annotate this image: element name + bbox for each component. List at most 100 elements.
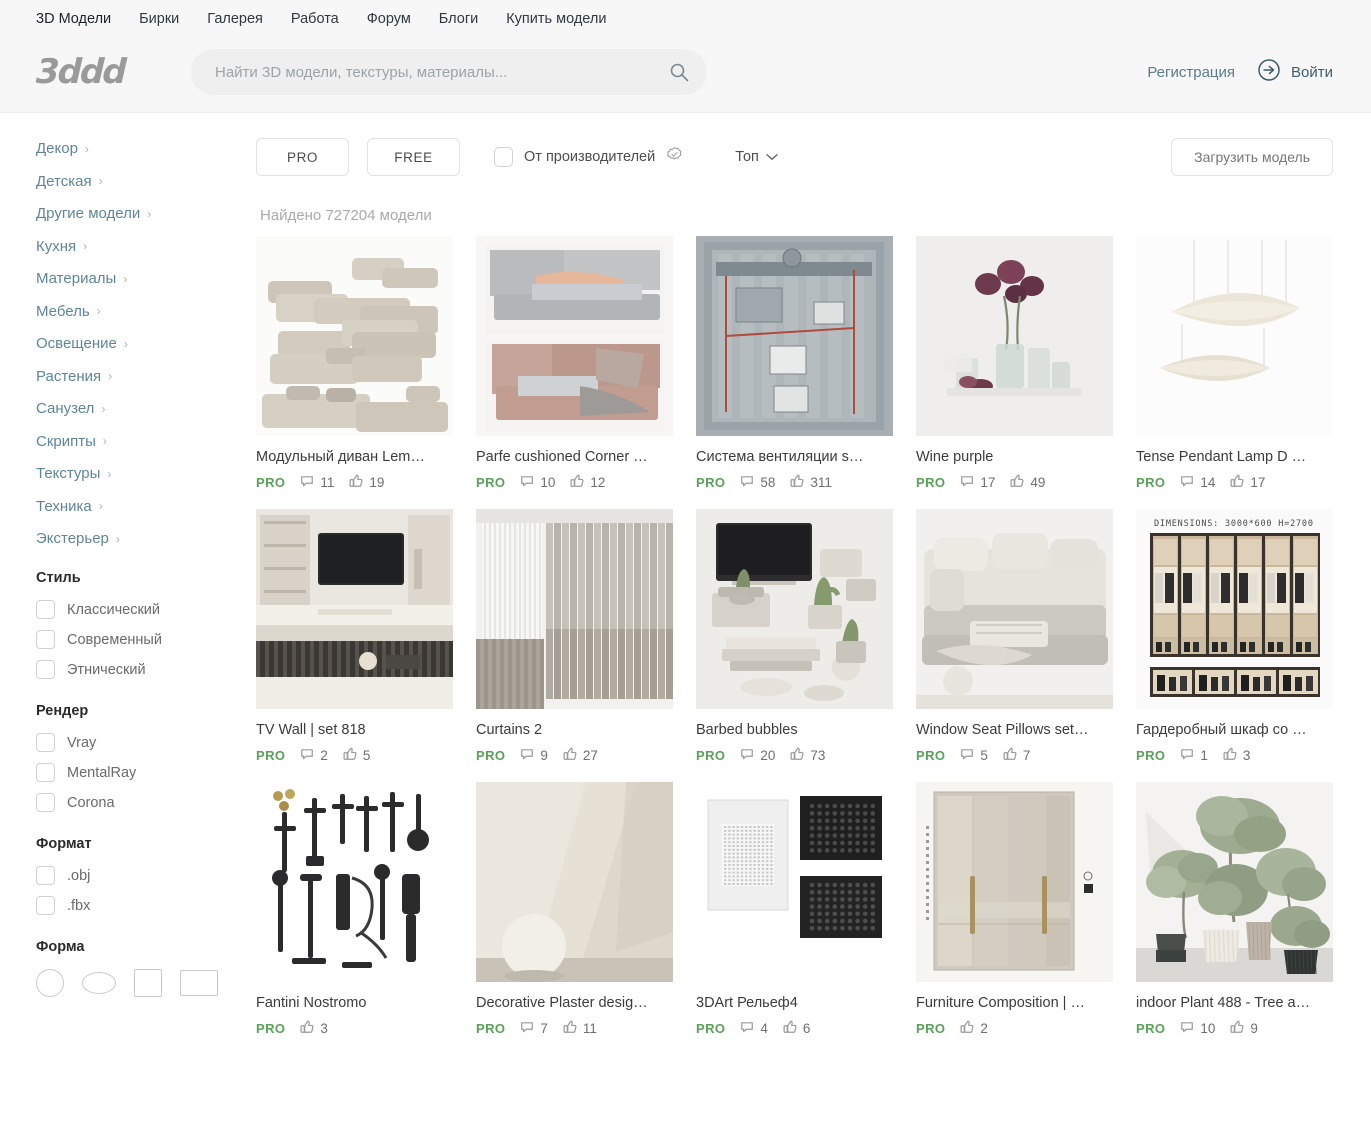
comments-count: 1 — [1200, 748, 1208, 763]
shape-rect-option[interactable] — [180, 970, 218, 996]
nav-item-4[interactable]: Форум — [367, 0, 411, 38]
style-option-1[interactable]: Современный — [36, 630, 236, 649]
style-checkbox-0[interactable] — [36, 600, 55, 619]
model-card[interactable]: Tense Pendant Lamp D … PRO 14 17 — [1136, 236, 1333, 491]
model-card[interactable]: 3DArt Рельеф4 PRO 4 6 — [696, 782, 893, 1037]
site-header: 3D Модели Бирки Галерея Работа Форум Блоги Куп… — [0, 0, 1371, 113]
render-option-2[interactable]: Corona — [36, 793, 236, 812]
format-checkbox-1[interactable] — [36, 896, 55, 915]
sidebar-category-4[interactable]: Материалы › — [36, 271, 236, 286]
shape-circle-option[interactable] — [36, 969, 64, 997]
svg-text:DIMENSIONS: 3000*600 H=2700: DIMENSIONS: 3000*600 H=2700 — [1154, 519, 1314, 529]
shape-square-option[interactable] — [134, 969, 162, 997]
model-thumbnail-ventilation[interactable] — [696, 236, 893, 436]
render-option-1[interactable]: MentalRay — [36, 763, 236, 782]
model-thumbnail-sofa-modular[interactable] — [256, 236, 453, 436]
model-card[interactable]: Window Seat Pillows set… PRO 5 7 — [916, 509, 1113, 764]
model-thumbnail-relief-panels[interactable] — [696, 782, 893, 982]
sidebar-category-9[interactable]: Скрипты › — [36, 434, 236, 449]
sidebar-category-5[interactable]: Мебель › — [36, 304, 236, 319]
model-thumbnail-tv-wall[interactable] — [256, 509, 453, 709]
sidebar-category-label: Растения — [36, 367, 102, 385]
model-card[interactable]: DIMENSIONS: 3000*600 H=2700 Гардеробный ш… — [1136, 509, 1333, 764]
model-thumbnail-beds-corner[interactable] — [476, 236, 673, 436]
model-thumbnail-desk-cactus[interactable] — [696, 509, 893, 709]
model-card[interactable]: Система вентиляции s… PRO 58 311 — [696, 236, 893, 491]
sidebar-category-label: Декор — [36, 140, 78, 157]
sidebar-category-1[interactable]: Детская › — [36, 174, 236, 189]
model-card[interactable]: Furniture Composition | … PRO 2 — [916, 782, 1113, 1037]
search-box[interactable] — [191, 49, 707, 95]
style-checkbox-1[interactable] — [36, 630, 55, 649]
model-thumbnail-wardrobe-open[interactable]: DIMENSIONS: 3000*600 H=2700 — [1136, 509, 1333, 709]
model-card[interactable]: indoor Plant 488 - Tree a… PRO 10 9 — [1136, 782, 1333, 1037]
model-card[interactable]: Barbed bubbles PRO 20 73 — [696, 509, 893, 764]
comment-icon — [300, 474, 314, 491]
sidebar-category-11[interactable]: Техника › — [36, 499, 236, 514]
upload-model-button[interactable]: Загрузить модель — [1171, 138, 1333, 176]
format-checkbox-0[interactable] — [36, 866, 55, 885]
model-thumbnail-window-seat[interactable] — [916, 509, 1113, 709]
sidebar-category-10[interactable]: Текстуры › — [36, 466, 236, 481]
register-link[interactable]: Регистрация — [1147, 64, 1235, 81]
model-thumbnail-wardrobe-closed[interactable] — [916, 782, 1113, 982]
model-thumbnail-pendant-lamp[interactable] — [1136, 236, 1333, 436]
style-option-0[interactable]: Классический — [36, 600, 236, 619]
model-card[interactable]: Curtains 2 PRO 9 27 — [476, 509, 673, 764]
nav-item-3[interactable]: Работа — [291, 0, 339, 38]
nav-item-6[interactable]: Купить модели — [506, 0, 606, 38]
sidebar-category-7[interactable]: Растения › — [36, 369, 236, 384]
model-card[interactable]: TV Wall | set 818 PRO 2 5 — [256, 509, 453, 764]
model-card[interactable]: Fantini Nostromo PRO 3 — [256, 782, 453, 1037]
thumbs-up-icon — [1230, 1020, 1244, 1037]
sidebar-category-3[interactable]: Кухня › — [36, 239, 236, 254]
sidebar-category-12[interactable]: Экстерьер › — [36, 531, 236, 546]
format-option-0[interactable]: .obj — [36, 866, 236, 885]
comment-icon — [740, 747, 754, 764]
nav-item-1[interactable]: Бирки — [139, 0, 179, 38]
filter-pro-button[interactable]: PRO — [256, 138, 349, 176]
render-checkbox-2[interactable] — [36, 793, 55, 812]
model-thumbnail-indoor-plants[interactable] — [1136, 782, 1333, 982]
filter-manufacturers[interactable]: От производителей — [494, 146, 683, 168]
login-button[interactable]: Войти — [1257, 58, 1333, 87]
nav-item-5[interactable]: Блоги — [439, 0, 478, 38]
filter-free-button[interactable]: FREE — [367, 138, 460, 176]
model-thumbnail-curtains[interactable] — [476, 509, 673, 709]
model-thumbnail-plaster[interactable] — [476, 782, 673, 982]
sidebar-category-6[interactable]: Освещение › — [36, 336, 236, 351]
site-logo[interactable]: 3ddd — [35, 52, 140, 92]
nav-item-0[interactable]: 3D Модели — [36, 0, 111, 38]
format-option-1[interactable]: .fbx — [36, 896, 236, 915]
render-checkbox-0[interactable] — [36, 733, 55, 752]
search-icon[interactable] — [669, 62, 689, 82]
render-checkbox-1[interactable] — [36, 763, 55, 782]
sidebar-category-2[interactable]: Другие модели › — [36, 206, 236, 221]
model-thumbnail-faucets[interactable] — [256, 782, 453, 982]
style-checkbox-2[interactable] — [36, 660, 55, 679]
search-input[interactable] — [191, 49, 707, 95]
model-card[interactable]: Parfe cushioned Corner … PRO 10 12 — [476, 236, 673, 491]
render-option-0[interactable]: Vray — [36, 733, 236, 752]
render-label-1: MentalRay — [67, 764, 137, 781]
model-card[interactable]: Decorative Plaster desig… PRO 7 11 — [476, 782, 673, 1037]
model-card[interactable]: Wine purple PRO 17 49 — [916, 236, 1113, 491]
sidebar-category-label: Санузел — [36, 400, 95, 417]
model-thumbnail-wine-vases[interactable] — [916, 236, 1113, 436]
model-meta: PRO 58 311 — [696, 474, 893, 491]
manufacturers-label: От производителей — [524, 149, 656, 165]
likes-count: 3 — [1242, 748, 1251, 763]
likes-stat: 73 — [790, 747, 825, 764]
manufacturers-checkbox[interactable] — [494, 147, 513, 167]
model-meta: PRO 4 6 — [696, 1020, 893, 1037]
sidebar-category-0[interactable]: Декор › — [36, 141, 236, 156]
sidebar-category-8[interactable]: Санузел › — [36, 401, 236, 416]
comments-count: 14 — [1200, 475, 1216, 490]
model-card[interactable]: Модульный диван Lem… PRO 11 19 — [256, 236, 453, 491]
nav-item-2[interactable]: Галерея — [207, 0, 263, 38]
style-option-2[interactable]: Этнический — [36, 660, 236, 679]
sort-dropdown[interactable]: Топ — [735, 149, 778, 165]
verified-badge-icon — [666, 146, 683, 168]
shape-ellipse-option[interactable] — [82, 972, 116, 994]
render-options: Vray MentalRay Corona — [36, 733, 236, 812]
